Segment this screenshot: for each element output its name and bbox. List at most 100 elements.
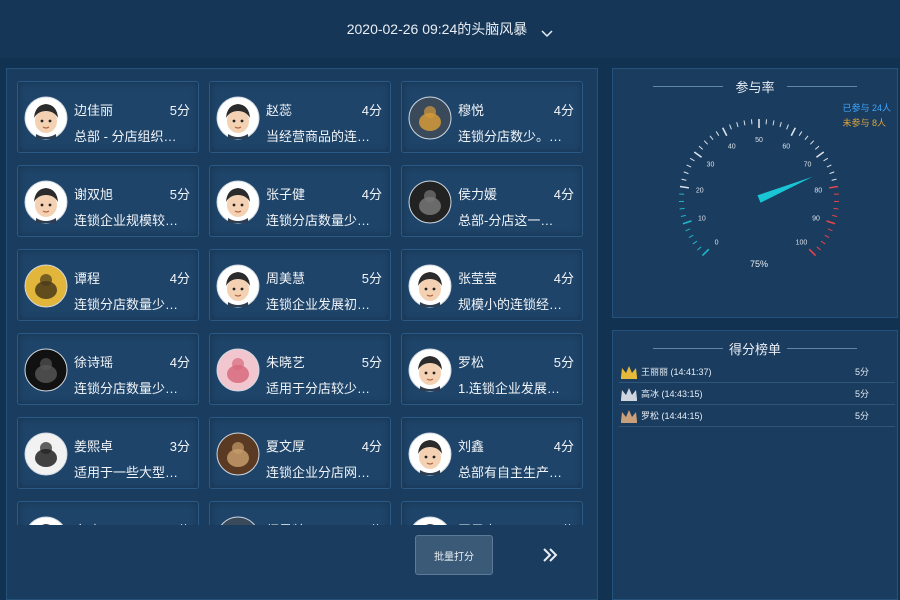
gauge-tick: [681, 178, 687, 181]
avatar: [216, 175, 260, 229]
header-bar[interactable]: 2020-02-26 09:24的头脑风暴: [0, 0, 900, 58]
idea-card[interactable]: 刘鑫 4分 总部有自主生产…: [401, 417, 583, 489]
batch-grade-button[interactable]: 批量打分: [415, 535, 493, 575]
card-score: 5分: [361, 355, 382, 370]
ranking-name: 王丽丽 (14:41:37): [641, 367, 712, 377]
card-idea-text: 总部-分店这一…: [458, 213, 554, 228]
card-author-name: 朱晓艺: [266, 355, 306, 370]
gauge-percent-label: 75%: [750, 259, 768, 269]
card-author-name: 穆悦: [458, 103, 485, 118]
card-idea-text: 当经营商品的连…: [266, 129, 371, 144]
crown-icon: [621, 387, 637, 401]
gauge-tick: [721, 127, 728, 137]
card-idea-text: 连锁企业发展初…: [266, 297, 371, 312]
gauge-tick-label: 70: [804, 162, 812, 169]
gauge-tick: [808, 248, 817, 257]
gauge-tick-label: 90: [812, 216, 820, 223]
gauge-tick: [809, 140, 815, 145]
idea-card[interactable]: 穆悦 4分 连锁分店数少。…: [401, 81, 583, 153]
card-idea-text: 连锁分店数量少…: [74, 297, 179, 312]
idea-card[interactable]: 张子健 4分 连锁分店数量少…: [209, 165, 391, 237]
gauge-tick: [679, 207, 685, 210]
chevron-down-icon[interactable]: [541, 25, 553, 38]
idea-card[interactable]: 朱晓艺 5分适用于分店较少…: [209, 333, 391, 405]
gauge-tick: [827, 228, 833, 232]
idea-card-grid: 边佳丽 5分 总部 - 分店组织… 赵蕊 4分 当经营商品的连… 穆悦 4分 连锁分店数少。… 谢…: [17, 81, 583, 573]
avatar: [408, 343, 452, 397]
avatar: [216, 91, 260, 145]
card-author-name: 夏文厚: [266, 439, 306, 454]
gauge-tick: [833, 207, 839, 210]
ranking-score: 5分: [855, 389, 870, 399]
legend-joined: 已参与 24人: [842, 103, 891, 113]
card-idea-text: 适用于分店较少…: [266, 381, 371, 396]
card-score: 4分: [361, 439, 382, 454]
gauge-tick: [701, 248, 710, 257]
gauge-tick: [679, 185, 689, 189]
card-score: 3分: [169, 439, 190, 454]
gauge-tick: [816, 246, 821, 251]
avatar: [24, 427, 68, 481]
ranking-score: 5分: [855, 367, 870, 377]
idea-card[interactable]: 谢双旭 5分 连锁企业规模较…: [17, 165, 199, 237]
idea-card[interactable]: 赵蕊 4分 当经营商品的连…: [209, 81, 391, 153]
idea-card[interactable]: 边佳丽 5分 总部 - 分店组织…: [17, 81, 199, 153]
action-bar: 批量打分: [7, 525, 597, 599]
gauge-tick: [831, 178, 837, 181]
participation-gauge: 0 10 20 30 40 50 60 70 80 90 100 75%: [679, 119, 839, 269]
avatar: [24, 259, 68, 313]
card-score: 5分: [169, 103, 190, 118]
idea-cards-panel: 边佳丽 5分 总部 - 分店组织… 赵蕊 4分 当经营商品的连… 穆悦 4分 连锁分店数少。… 谢…: [6, 68, 598, 600]
gauge-tick: [689, 157, 695, 162]
ranking-row: 罗松 (14:44:15) 5分: [619, 405, 895, 427]
avatar: [408, 259, 452, 313]
card-score: 4分: [169, 355, 190, 370]
card-idea-text: 规模小的连锁经…: [458, 297, 563, 312]
idea-card[interactable]: 徐诗瑶 4分 连锁分店数量少…: [17, 333, 199, 405]
gauge-tick: [698, 145, 704, 150]
card-idea-text: 总部有自主生产…: [458, 465, 563, 480]
card-author-name: 罗松: [458, 355, 485, 370]
participation-legend: 已参与 24人 未参与 8人: [842, 101, 891, 129]
gauge-tick: [729, 124, 732, 130]
session-title[interactable]: 2020-02-26 09:24的头脑风暴: [347, 19, 528, 39]
gauge-tick: [820, 240, 826, 245]
card-idea-text: 适用于一些大型…: [74, 465, 179, 480]
gauge-tick: [798, 131, 803, 136]
idea-card[interactable]: 周美慧 5分 连锁企业发展初…: [209, 249, 391, 321]
legend-not-joined: 未参与 8人: [842, 118, 886, 128]
crown-icon: [621, 409, 637, 423]
card-score: 5分: [169, 187, 190, 202]
avatar: [24, 91, 68, 145]
card-idea-text: 连锁企业分店网…: [266, 465, 371, 480]
avatar: [24, 175, 68, 229]
gauge-tick: [709, 135, 714, 141]
avatar: [408, 175, 452, 229]
participation-panel: 参与率 已参与 24人 未参与 8人 0 10 20 30 40 50 60 70 80 90 10…: [612, 68, 898, 318]
card-score: 4分: [361, 103, 382, 118]
gauge-tick-label: 10: [698, 216, 706, 223]
gauge-tick: [826, 164, 832, 168]
card-score: 5分: [553, 355, 574, 370]
card-author-name: 姜熙卓: [74, 439, 114, 454]
gauge-tick: [736, 122, 739, 128]
card-author-name: 徐诗瑶: [74, 355, 114, 370]
gauge-tick: [815, 151, 825, 158]
avatar: [216, 427, 260, 481]
card-score: 4分: [553, 103, 574, 118]
gauge-tick-label: 30: [707, 162, 715, 169]
next-page-button[interactable]: [535, 537, 565, 573]
idea-card[interactable]: 谭程 4分 连锁分店数量少…: [17, 249, 199, 321]
idea-card[interactable]: 姜熙卓 3分适用于一些大型…: [17, 417, 199, 489]
crown-icon: [621, 365, 637, 379]
idea-card[interactable]: 夏文厚 4分连锁企业分店网…: [209, 417, 391, 489]
gauge-tick: [697, 246, 702, 251]
gauge-tick: [703, 140, 709, 145]
gauge-tick: [829, 171, 835, 175]
idea-card[interactable]: 罗松 5分 1.连锁企业发展…: [401, 333, 583, 405]
idea-card[interactable]: 侯力媛 4分 总部-分店这一…: [401, 165, 583, 237]
card-author-name: 周美慧: [266, 271, 306, 286]
card-author-name: 张莹莹: [458, 271, 498, 286]
idea-card[interactable]: 张莹莹 4分 规模小的连锁经…: [401, 249, 583, 321]
gauge-tick-label: 40: [728, 144, 736, 151]
